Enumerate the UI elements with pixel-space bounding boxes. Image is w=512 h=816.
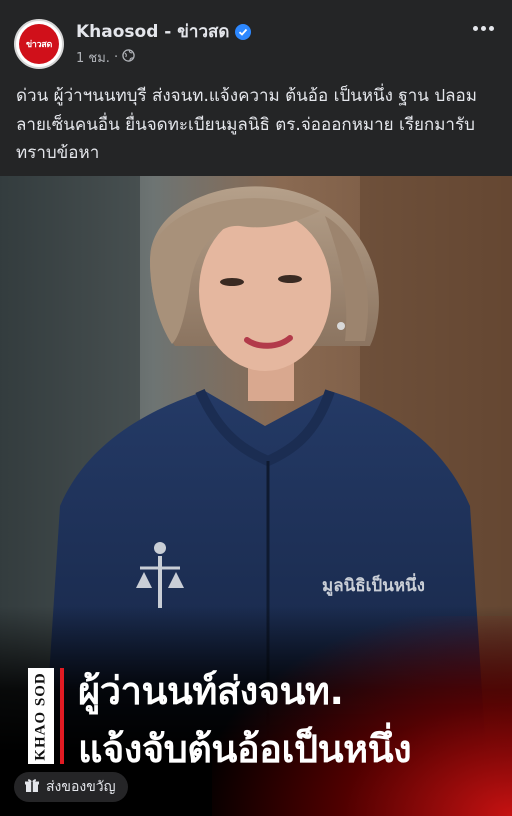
verified-badge-icon (235, 23, 252, 40)
page-avatar[interactable]: ข่าวสด (14, 19, 64, 69)
khaosod-brand-tag: KHAO SOD (28, 668, 54, 764)
headline-line-1: ผู้ว่านนท์ส่งจนท. (78, 669, 344, 713)
send-gift-button[interactable]: ส่งของขวัญ (14, 772, 128, 802)
send-gift-label: ส่งของขวัญ (46, 779, 116, 795)
khaosod-logo: ข่าวสด (19, 24, 59, 64)
jacket-logo-text: มูลนิธิเป็นหนึ่ง (322, 576, 425, 596)
more-options-icon[interactable] (468, 16, 498, 40)
post-time[interactable]: 1 ชม. (76, 47, 110, 68)
gift-icon (24, 777, 40, 797)
globe-icon (122, 49, 135, 66)
brand-divider (60, 668, 64, 764)
page-name[interactable]: Khaosod - ข่าวสด (76, 18, 229, 45)
headline-line-2: แจ้งจับต้นอ้อเป็นหนึ่ง (78, 727, 412, 771)
post-caption: ด่วน ผู้ว่าฯนนทบุรี ส่งจนท.แจ้งความ ต้นอ… (16, 86, 477, 163)
post-meta: 1 ชม. · (76, 47, 135, 68)
page-name-row: Khaosod - ข่าวสด (76, 18, 252, 45)
post-header: ข่าวสด Khaosod - ข่าวสด 1 ชม. · (0, 0, 512, 72)
brand-text: KHAO SOD (32, 671, 49, 761)
meta-separator: · (113, 50, 119, 65)
